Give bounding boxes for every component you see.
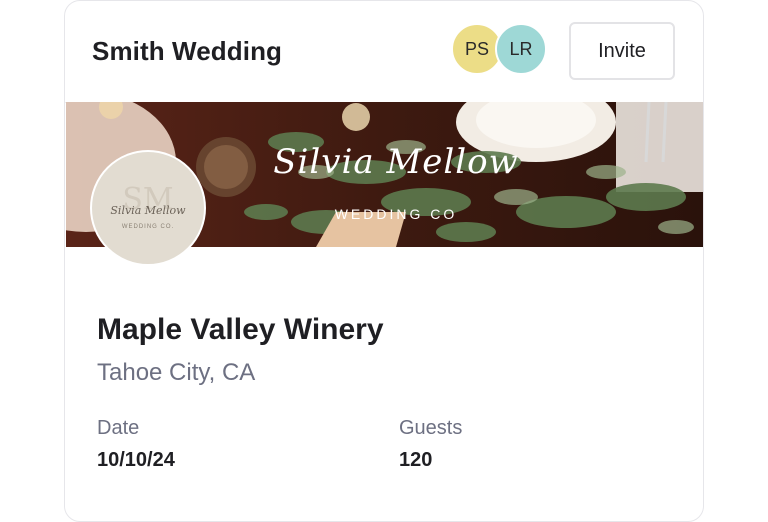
logo-subtitle: WEDDING CO. [121,224,175,230]
vendor-logo: SM Silvia Mellow WEDDING CO. [90,150,206,266]
card-header: Smith Wedding PS LR Invite [65,1,703,103]
invite-button[interactable]: Invite [569,22,675,80]
venue-name: Maple Valley Winery [97,313,384,346]
avatar[interactable]: LR [495,23,547,75]
date-label: Date [97,417,140,439]
event-title: Smith Wedding [92,36,283,66]
banner-brand-name: Silvia Mellow [273,142,519,182]
guests-value: 120 [399,449,433,471]
banner-brand-subtitle: WEDDING CO [334,206,458,222]
venue-location: Tahoe City, CA [97,359,256,386]
logo-script: Silvia Mellow [110,204,186,217]
date-value: 10/10/24 [97,449,175,471]
guests-label: Guests [399,417,463,439]
